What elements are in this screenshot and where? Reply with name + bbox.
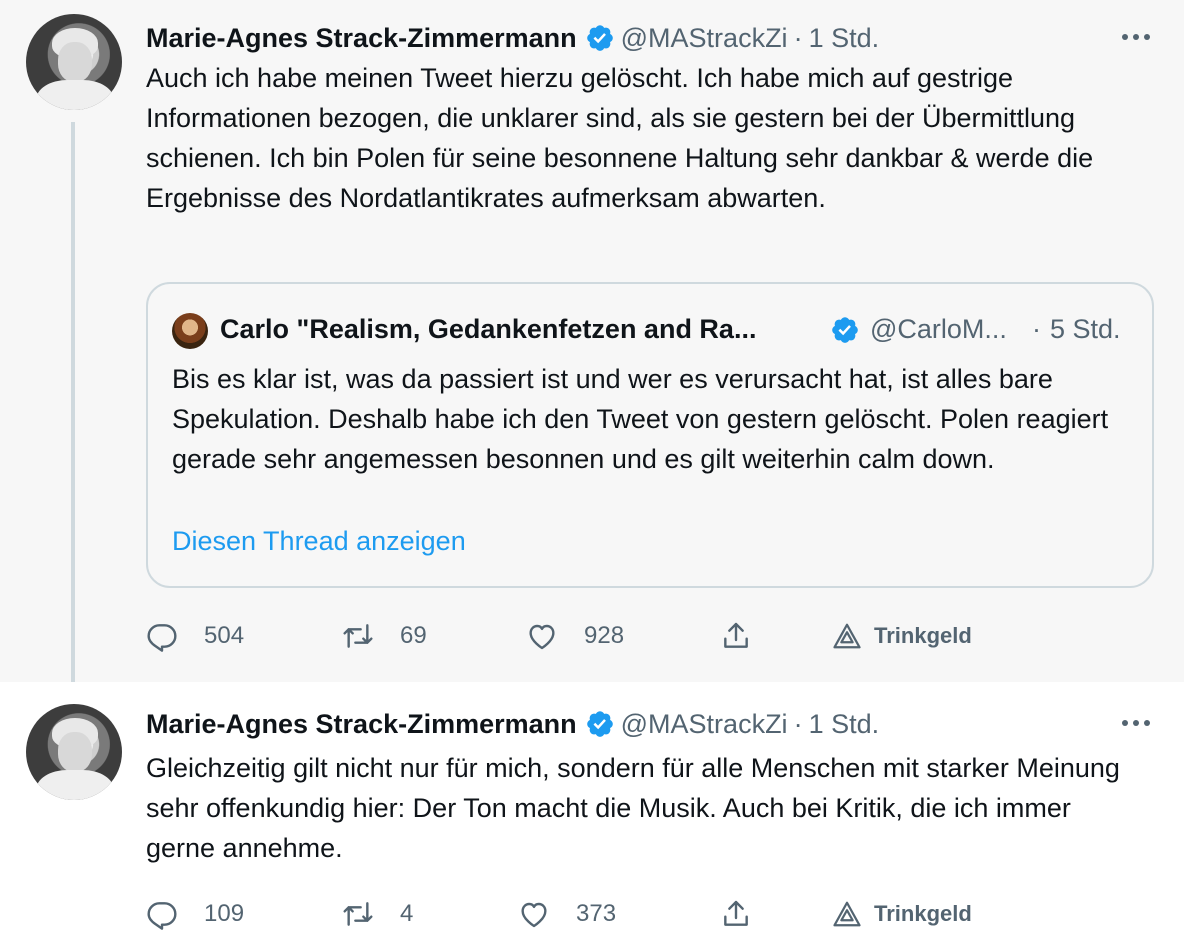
tweet-actions: 504 69 928 Trinkgeld <box>146 616 1046 656</box>
avatar[interactable] <box>26 704 122 800</box>
retweet-count: 4 <box>400 900 414 927</box>
share-button[interactable] <box>720 616 752 656</box>
author-handle[interactable]: @MAStrackZi <box>621 709 788 740</box>
tweet-header: Marie-Agnes Strack-Zimmermann @MAStrackZ… <box>146 18 879 58</box>
like-button[interactable]: 928 <box>526 616 624 656</box>
tip-icon <box>833 623 861 649</box>
author-name[interactable]: Marie-Agnes Strack-Zimmermann <box>146 709 577 740</box>
reply-count: 109 <box>204 900 245 927</box>
quoted-timestamp: 5 Std. <box>1050 314 1121 344</box>
tweet[interactable]: Marie-Agnes Strack-Zimmermann @MAStrackZ… <box>0 0 1184 694</box>
more-icon[interactable] <box>1118 22 1154 52</box>
share-button[interactable] <box>720 894 752 934</box>
like-icon <box>521 902 547 928</box>
reply-icon <box>147 902 177 930</box>
verified-badge-icon <box>586 25 613 51</box>
avatar[interactable] <box>26 14 122 110</box>
retweet-icon <box>343 902 373 926</box>
timestamp[interactable]: 1 Std. <box>809 23 880 54</box>
tweet[interactable]: Marie-Agnes Strack-Zimmermann @MAStrackZ… <box>0 682 1184 952</box>
like-icon <box>529 624 555 650</box>
reply-icon <box>147 624 177 652</box>
reply-button[interactable]: 504 <box>146 616 244 656</box>
retweet-count: 69 <box>400 622 427 649</box>
verified-badge-icon <box>832 317 858 343</box>
author-name[interactable]: Marie-Agnes Strack-Zimmermann <box>146 23 577 54</box>
share-icon <box>724 900 748 926</box>
quoted-author-handle: @CarloM... <box>870 314 1007 344</box>
tip-button[interactable]: Trinkgeld <box>832 616 972 656</box>
tip-label: Trinkgeld <box>874 901 972 926</box>
thread-line <box>71 122 75 694</box>
tip-icon <box>833 901 861 927</box>
retweet-button[interactable]: 69 <box>342 616 427 656</box>
like-count: 928 <box>584 622 625 649</box>
like-button[interactable]: 373 <box>518 894 616 934</box>
like-count: 373 <box>576 900 617 927</box>
tweet-actions: 109 4 373 Trinkgeld <box>146 894 1046 934</box>
more-icon[interactable] <box>1118 708 1154 738</box>
retweet-icon <box>343 624 373 648</box>
verified-badge-icon <box>586 711 613 737</box>
quoted-tweet[interactable]: Carlo "Realism, Gedankenfetzen and Ra...… <box>146 282 1154 588</box>
timestamp[interactable]: 1 Std. <box>809 709 880 740</box>
retweet-button[interactable]: 4 <box>342 894 413 934</box>
separator: · <box>1032 314 1041 344</box>
quoted-avatar[interactable] <box>172 313 208 349</box>
author-handle[interactable]: @MAStrackZi <box>621 23 788 54</box>
reply-button[interactable]: 109 <box>146 894 244 934</box>
share-icon <box>724 622 748 648</box>
tweet-text: Auch ich habe meinen Tweet hierzu gelösc… <box>146 63 1094 213</box>
separator: · <box>793 22 803 53</box>
tweet-text: Gleichzeitig gilt nicht nur für mich, so… <box>146 753 1120 863</box>
show-thread-link[interactable]: Diesen Thread anzeigen <box>172 526 466 557</box>
separator: · <box>793 708 803 739</box>
tip-button[interactable]: Trinkgeld <box>832 894 972 934</box>
tweet-header: Marie-Agnes Strack-Zimmermann @MAStrackZ… <box>146 704 879 744</box>
tip-label: Trinkgeld <box>874 623 972 648</box>
quoted-tweet-text: Bis es klar ist, was da passiert ist und… <box>172 364 1109 474</box>
quoted-author-name: Carlo "Realism, Gedankenfetzen and Ra... <box>220 314 757 344</box>
reply-count: 504 <box>204 622 245 649</box>
